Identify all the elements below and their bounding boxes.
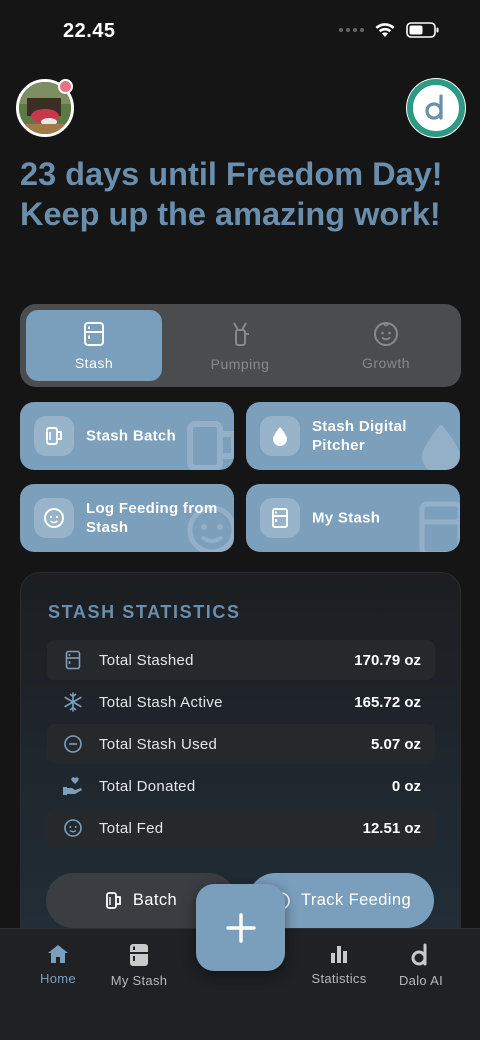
my-stash-card[interactable]: My Stash — [246, 484, 460, 552]
segment-growth[interactable]: Growth — [318, 310, 454, 381]
add-button[interactable] — [196, 884, 285, 971]
baby-face-icon — [44, 508, 64, 528]
plus-icon — [225, 912, 256, 943]
action-icon-container — [34, 416, 74, 456]
segment-stash-label: Stash — [74, 354, 114, 371]
milk-mug-watermark-icon — [187, 421, 234, 470]
droplet-watermark-icon — [422, 424, 460, 470]
stat-label: Total Stash Active — [99, 693, 223, 711]
stats-title: STASH STATISTICS — [48, 602, 241, 622]
fridge-icon — [84, 321, 104, 346]
tab-statistics-label: Statistics — [311, 971, 367, 986]
battery-icon — [406, 22, 439, 38]
cellular-signal-icon — [339, 28, 364, 32]
tab-my-stash-label: My Stash — [110, 973, 168, 988]
stat-row-total-donated: Total Donated 0 oz — [47, 766, 435, 806]
batch-button-label: Batch — [132, 891, 178, 909]
tab-home[interactable]: Home — [13, 943, 103, 986]
wifi-icon — [375, 23, 395, 37]
stash-batch-card[interactable]: Stash Batch — [20, 402, 234, 470]
fridge-icon — [65, 650, 81, 670]
mode-segmented-control: Stash Pumping Growth — [20, 304, 461, 387]
status-bar: 22.45 — [0, 0, 480, 62]
stat-row-total-stash-active: Total Stash Active 165.72 oz — [47, 682, 435, 722]
page-headline: 23 days until Freedom Day! Keep up the a… — [20, 156, 443, 232]
stat-row-total-fed: Total Fed 12.51 oz — [47, 808, 435, 848]
stat-label: Total Stash Used — [99, 735, 218, 753]
stash-digital-pitcher-card[interactable]: Stash Digital Pitcher — [246, 402, 460, 470]
milk-mug-icon — [105, 891, 121, 909]
stat-value: 12.51 oz — [362, 819, 421, 837]
breast-pump-icon — [233, 322, 249, 346]
notification-badge — [58, 79, 73, 94]
stat-label: Total Donated — [99, 777, 196, 795]
tab-statistics[interactable]: Statistics — [294, 943, 384, 986]
segment-stash[interactable]: Stash — [26, 310, 162, 381]
home-icon — [48, 945, 68, 963]
stat-value: 170.79 oz — [354, 651, 421, 669]
tab-home-label: Home — [40, 971, 76, 986]
segment-pumping[interactable]: Pumping — [172, 310, 308, 381]
action-icon-container — [260, 416, 300, 456]
segment-growth-label: Growth — [361, 354, 411, 371]
segment-pumping-label: Pumping — [210, 355, 270, 372]
stat-value: 165.72 oz — [354, 693, 421, 711]
status-icons — [339, 22, 440, 38]
stat-label: Total Stashed — [99, 651, 194, 669]
stat-value: 0 oz — [391, 777, 421, 795]
fridge-watermark-icon — [419, 501, 460, 552]
dalo-logo-button[interactable] — [406, 78, 466, 138]
fridge-icon — [130, 944, 148, 966]
stat-row-total-stash-used: Total Stash Used 5.07 oz — [47, 724, 435, 764]
baby-face-watermark-icon — [187, 505, 234, 552]
bar-chart-icon — [331, 946, 347, 963]
snowflake-icon — [64, 692, 82, 712]
tab-my-stash[interactable]: My Stash — [94, 943, 184, 988]
droplet-icon — [273, 427, 287, 446]
baby-face-icon — [64, 819, 82, 837]
log-feeding-card[interactable]: Log Feeding from Stash — [20, 484, 234, 552]
heart-hand-icon — [63, 777, 82, 795]
baby-face-icon — [374, 321, 398, 346]
stat-row-total-stashed: Total Stashed 170.79 oz — [47, 640, 435, 680]
tab-dalo-ai[interactable]: Dalo AI — [376, 943, 466, 988]
track-feeding-button-label: Track Feeding — [300, 891, 412, 909]
tab-dalo-ai-label: Dalo AI — [398, 973, 443, 988]
stat-value: 5.07 oz — [370, 735, 421, 753]
dalo-logo-icon — [411, 943, 427, 966]
status-time: 22.45 — [63, 20, 116, 42]
stat-label: Total Fed — [99, 819, 164, 837]
dalo-logo-icon — [407, 79, 465, 137]
action-icon-container — [34, 498, 74, 538]
action-icon-container — [260, 498, 300, 538]
milk-mug-icon — [46, 427, 62, 445]
minus-circle-icon — [64, 735, 82, 753]
fridge-icon — [272, 508, 288, 528]
